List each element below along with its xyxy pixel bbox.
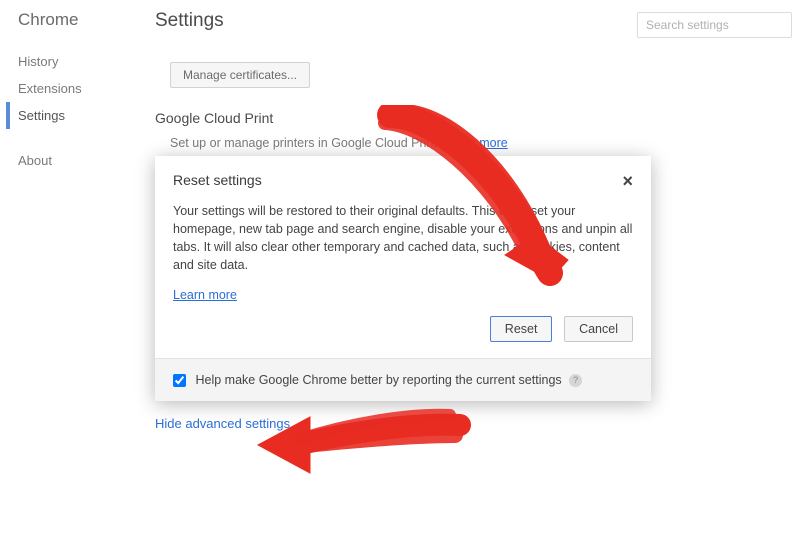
- help-checkbox[interactable]: [173, 374, 186, 387]
- sidebar-item-extensions[interactable]: Extensions: [18, 75, 128, 102]
- sidebar-item-settings[interactable]: Settings: [6, 102, 128, 129]
- modal-learn-more-link[interactable]: Learn more: [173, 288, 237, 302]
- modal-buttons: Reset Cancel: [155, 316, 651, 358]
- reset-button[interactable]: Reset: [490, 316, 553, 342]
- search-input[interactable]: [637, 12, 792, 38]
- close-icon[interactable]: ×: [622, 172, 633, 190]
- annotation-arrow-top: [330, 105, 590, 305]
- cancel-button[interactable]: Cancel: [564, 316, 633, 342]
- section-certificates: Manage certificates...: [155, 62, 792, 88]
- help-icon[interactable]: ?: [569, 374, 582, 387]
- help-label: Help make Google Chrome better by report…: [195, 373, 561, 387]
- modal-title: Reset settings: [173, 172, 262, 188]
- manage-certificates-button[interactable]: Manage certificates...: [170, 62, 310, 88]
- annotation-arrow-bottom: [250, 395, 480, 490]
- sidebar-item-about[interactable]: About: [18, 147, 128, 174]
- sidebar-item-history[interactable]: History: [18, 48, 128, 75]
- sidebar: Chrome History Extensions Settings About: [18, 10, 128, 174]
- sidebar-title: Chrome: [18, 10, 128, 30]
